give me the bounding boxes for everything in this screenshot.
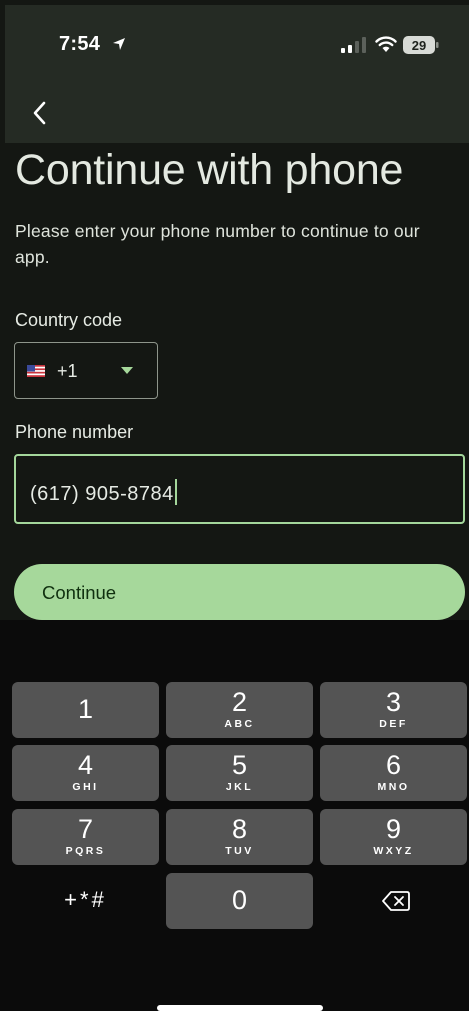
phone-number-field[interactable]: (617) 905-8784 — [14, 454, 465, 524]
continue-button[interactable]: Continue — [14, 564, 465, 620]
home-indicator — [157, 1005, 323, 1011]
key-9-letters: WXYZ — [373, 845, 414, 857]
key-6[interactable]: 6 MNO — [320, 745, 467, 801]
key-delete[interactable] — [320, 873, 467, 929]
page-title: Continue with phone — [15, 146, 404, 194]
phone-entry-screen: 7:54 29 Continue with phone Please enter… — [0, 0, 469, 620]
text-cursor — [174, 479, 177, 505]
key-symbols[interactable]: +*# — [12, 873, 159, 929]
key-7[interactable]: 7 PQRS — [12, 809, 159, 865]
phone-number-label: Phone number — [15, 422, 134, 442]
key-5-letters: JKL — [225, 781, 254, 793]
key-9-digit: 9 — [385, 814, 402, 844]
key-6-letters: MNO — [377, 781, 410, 793]
key-symbols-label: +*# — [64, 887, 107, 912]
key-8[interactable]: 8 TUV — [166, 809, 313, 865]
phone-number-value: (617) 905-8784 — [30, 483, 174, 505]
dropdown-caret-icon — [121, 367, 133, 374]
key-8-digit: 8 — [231, 814, 248, 844]
country-code-dropdown[interactable]: +1 — [14, 342, 158, 399]
signal-icon — [341, 37, 366, 53]
status-bar: 7:54 29 — [5, 5, 469, 75]
us-flag-icon — [27, 365, 45, 377]
back-chevron-icon[interactable] — [29, 99, 49, 127]
key-3-letters: DEF — [379, 718, 408, 730]
key-7-digit: 7 — [77, 814, 94, 844]
top-app-bar: 7:54 29 — [5, 5, 469, 143]
location-arrow-icon — [113, 38, 125, 50]
key-0[interactable]: 0 — [166, 873, 313, 929]
phone-number-text-wrap: (617) 905-8784 — [30, 479, 177, 506]
battery-level: 29 — [412, 38, 426, 53]
key-8-letters: TUV — [225, 845, 254, 857]
page-subtitle: Please enter your phone number to contin… — [15, 221, 420, 267]
key-6-digit: 6 — [385, 750, 402, 780]
status-time: 7:54 — [59, 33, 101, 55]
key-9[interactable]: 9 WXYZ — [320, 809, 467, 865]
key-4[interactable]: 4 GHI — [12, 745, 159, 801]
key-3-digit: 3 — [385, 687, 402, 717]
key-4-letters: GHI — [72, 781, 99, 793]
key-3[interactable]: 3 DEF — [320, 682, 467, 738]
key-7-letters: PQRS — [65, 845, 106, 857]
numeric-keypad: 1 2 ABC 3 DEF 4 GHI 5 JKL 6 MNO 7 PQRS 8… — [0, 620, 469, 1011]
key-2[interactable]: 2 ABC — [166, 682, 313, 738]
key-1-digit: 1 — [77, 694, 94, 724]
key-2-digit: 2 — [231, 687, 248, 717]
country-code-value: +1 — [57, 361, 78, 381]
key-2-letters: ABC — [224, 718, 255, 730]
wifi-icon — [375, 36, 397, 52]
key-0-digit: 0 — [231, 885, 248, 915]
continue-button-label: Continue — [42, 582, 117, 603]
key-5-digit: 5 — [231, 750, 248, 780]
country-code-label: Country code — [15, 310, 123, 330]
key-4-digit: 4 — [77, 750, 94, 780]
key-5[interactable]: 5 JKL — [166, 745, 313, 801]
key-1[interactable]: 1 — [12, 682, 159, 738]
battery-icon: 29 — [403, 36, 439, 54]
backspace-icon — [382, 891, 410, 911]
